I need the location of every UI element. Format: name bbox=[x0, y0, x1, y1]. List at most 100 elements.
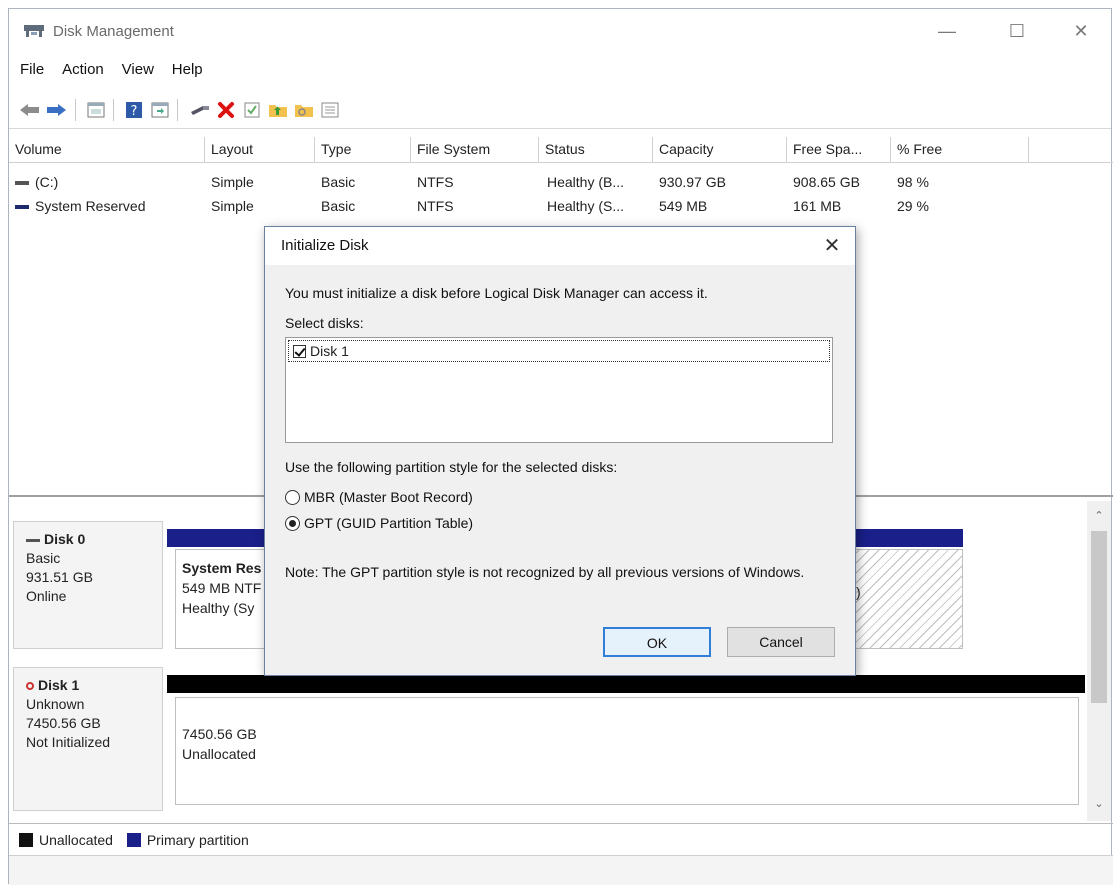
volume-status: Healthy (B... bbox=[547, 174, 625, 190]
disk-view-scrollbar[interactable]: ⌃ ⌄ bbox=[1087, 501, 1111, 821]
help-icon[interactable]: ? bbox=[123, 99, 145, 121]
legend-label: Unallocated bbox=[39, 832, 113, 848]
column-header-empty bbox=[1029, 137, 1113, 163]
cancel-button[interactable]: Cancel bbox=[727, 627, 835, 657]
disk-type: Basic bbox=[26, 550, 61, 566]
volume-percent-free: 98 % bbox=[897, 174, 929, 190]
gpt-note: Note: The GPT partition style is not rec… bbox=[285, 564, 805, 580]
disk-status: Not Initialized bbox=[26, 734, 111, 750]
column-header-type[interactable]: Type bbox=[315, 137, 411, 163]
action-pane-icon[interactable] bbox=[149, 99, 171, 121]
disk-offline-icon bbox=[26, 682, 34, 691]
minimize-button[interactable]: — bbox=[927, 17, 967, 47]
volume-type: Basic bbox=[321, 174, 356, 190]
console-tree-icon[interactable] bbox=[85, 99, 107, 121]
disk-select-list[interactable]: Disk 1 bbox=[285, 337, 833, 443]
volume-list-header: Volume Layout Type File System Status Ca… bbox=[9, 137, 1029, 163]
volume-status: Healthy (S... bbox=[547, 198, 625, 214]
legend-label: Primary partition bbox=[146, 832, 249, 848]
volume-name: (C:) bbox=[35, 174, 59, 190]
column-header-status[interactable]: Status bbox=[539, 137, 653, 163]
folder-up-icon[interactable] bbox=[267, 99, 289, 121]
folder-search-icon[interactable] bbox=[293, 99, 315, 121]
disk-management-app-icon bbox=[24, 25, 44, 37]
volume-free-space: 161 MB bbox=[793, 198, 842, 214]
mbr-radio[interactable]: MBR (Master Boot Record) bbox=[285, 489, 473, 505]
disk-size: 931.51 GB bbox=[26, 569, 93, 585]
unallocated-partition[interactable]: 7450.56 GB Unallocated bbox=[175, 697, 1079, 805]
connect-drive-icon[interactable] bbox=[189, 99, 211, 121]
c-drive-partition[interactable]: ) bbox=[849, 549, 963, 649]
disk-item-label: Disk 1 bbox=[310, 343, 349, 359]
column-header-capacity[interactable]: Capacity bbox=[653, 137, 787, 163]
initialize-disk-dialog: Initialize Disk ✕ You must initialize a … bbox=[264, 226, 856, 676]
scroll-down-arrow-icon[interactable]: ⌄ bbox=[1091, 797, 1107, 813]
partition-status-fragment: ) bbox=[856, 584, 861, 600]
menu-bar: File Action View Help bbox=[9, 57, 1111, 85]
volume-capacity: 930.97 GB bbox=[659, 174, 726, 190]
ok-button[interactable]: OK bbox=[603, 627, 711, 657]
table-row[interactable]: (C:) Simple Basic NTFS Healthy (B... 930… bbox=[9, 173, 1029, 195]
volume-percent-free: 29 % bbox=[897, 198, 929, 214]
close-window-button[interactable]: ✕ bbox=[1061, 17, 1101, 47]
column-header-percent-free[interactable]: % Free bbox=[891, 137, 1029, 163]
disk-list-item[interactable]: Disk 1 bbox=[288, 340, 830, 362]
volume-name: System Reserved bbox=[35, 198, 146, 214]
menu-file[interactable]: File bbox=[13, 57, 51, 82]
toolbar-separator bbox=[177, 99, 178, 121]
disk-1-label[interactable]: Disk 1 Unknown 7450.56 GB Not Initialize… bbox=[13, 667, 163, 811]
column-header-volume[interactable]: Volume bbox=[9, 137, 205, 163]
disk-name: Disk 0 bbox=[44, 531, 86, 547]
disk-name: Disk 1 bbox=[38, 677, 80, 693]
title-bar: Disk Management — ☐ ✕ bbox=[9, 9, 1111, 53]
volume-free-space: 908.65 GB bbox=[793, 174, 860, 190]
menu-help[interactable]: Help bbox=[165, 57, 210, 82]
menu-view[interactable]: View bbox=[115, 57, 161, 82]
delete-icon[interactable] bbox=[215, 99, 237, 121]
back-arrow-icon[interactable] bbox=[19, 99, 41, 121]
radio-label: MBR (Master Boot Record) bbox=[304, 489, 473, 505]
menu-action[interactable]: Action bbox=[55, 57, 111, 82]
select-disks-label: Select disks: bbox=[285, 315, 364, 331]
svg-text:?: ? bbox=[131, 104, 138, 119]
disk-1-unallocated-bar bbox=[167, 675, 1085, 693]
radio-button[interactable] bbox=[285, 490, 300, 505]
properties-check-icon[interactable] bbox=[241, 99, 263, 121]
volume-type: Basic bbox=[321, 198, 356, 214]
volume-file-system: NTFS bbox=[417, 198, 454, 214]
gpt-radio[interactable]: GPT (GUID Partition Table) bbox=[285, 515, 473, 531]
disk-type: Unknown bbox=[26, 696, 85, 712]
legend-swatch bbox=[19, 833, 33, 847]
disk-icon bbox=[26, 538, 40, 542]
volume-capacity: 549 MB bbox=[659, 198, 708, 214]
volume-icon bbox=[15, 205, 29, 209]
dialog-close-icon[interactable]: ✕ bbox=[817, 231, 847, 261]
volume-layout: Simple bbox=[211, 174, 254, 190]
volume-layout: Simple bbox=[211, 198, 254, 214]
column-header-free-space[interactable]: Free Spa... bbox=[787, 137, 891, 163]
column-header-layout[interactable]: Layout bbox=[205, 137, 315, 163]
toolbar-separator bbox=[113, 99, 114, 121]
maximize-button[interactable]: ☐ bbox=[997, 17, 1037, 47]
table-row[interactable]: System Reserved Simple Basic NTFS Health… bbox=[9, 197, 1029, 219]
column-header-file-system[interactable]: File System bbox=[411, 137, 539, 163]
partition-label: Unallocated bbox=[182, 746, 256, 762]
status-bar bbox=[9, 855, 1113, 885]
dialog-title-bar: Initialize Disk ✕ bbox=[265, 227, 855, 265]
partition-size: 7450.56 GB bbox=[182, 726, 257, 742]
radio-button-selected[interactable] bbox=[285, 516, 300, 531]
volume-icon bbox=[15, 181, 29, 185]
disk-0-label[interactable]: Disk 0 Basic 931.51 GB Online bbox=[13, 521, 163, 649]
legend-item-unallocated: Unallocated bbox=[19, 832, 113, 848]
forward-arrow-icon[interactable] bbox=[45, 99, 67, 121]
window-title: Disk Management bbox=[53, 23, 174, 40]
legend-item-primary: Primary partition bbox=[126, 832, 249, 848]
dialog-message: You must initialize a disk before Logica… bbox=[285, 285, 708, 301]
radio-label: GPT (GUID Partition Table) bbox=[304, 515, 474, 531]
scrollbar-thumb[interactable] bbox=[1091, 531, 1107, 703]
toolbar-separator bbox=[75, 99, 76, 121]
disk-1-checkbox[interactable] bbox=[293, 345, 306, 358]
disk-status: Online bbox=[26, 588, 67, 604]
view-list-icon[interactable] bbox=[319, 99, 341, 121]
scroll-up-arrow-icon[interactable]: ⌃ bbox=[1091, 509, 1107, 525]
